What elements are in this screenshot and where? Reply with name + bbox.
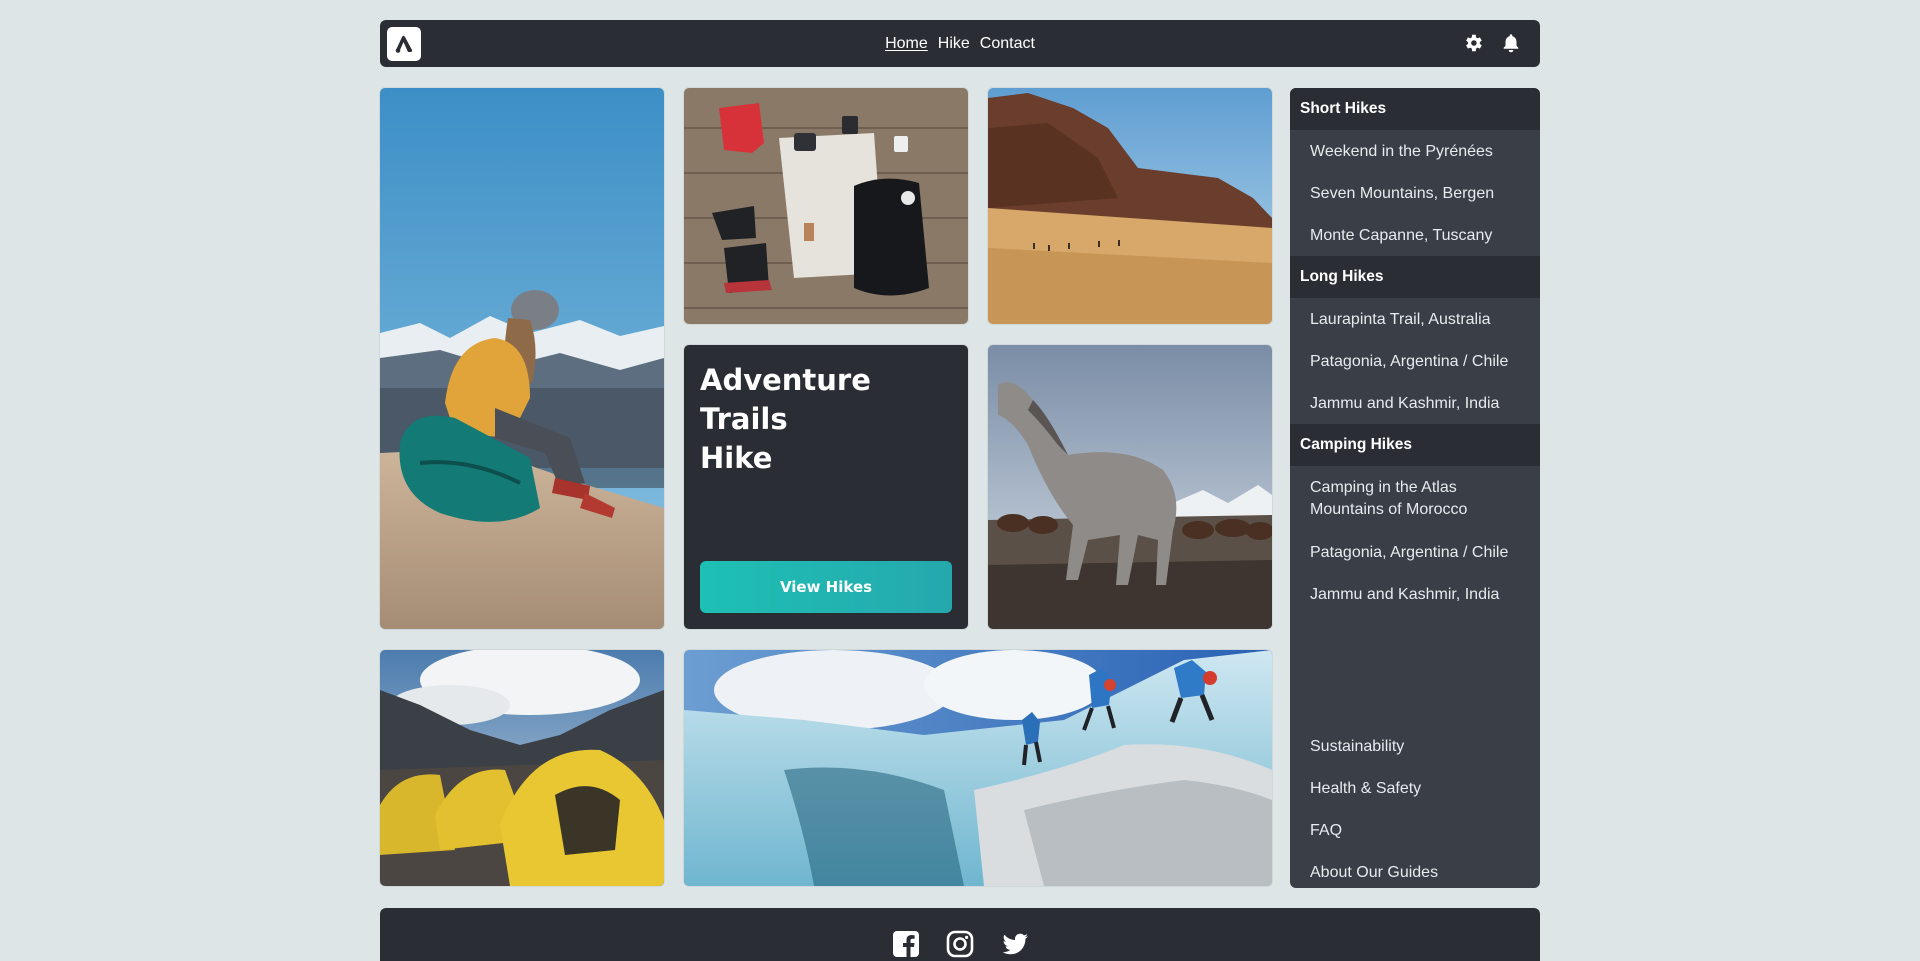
sidebar-item-link[interactable]: Patagonia, Argentina / Chile <box>1290 531 1540 573</box>
nav-link-hike[interactable]: Hike <box>938 35 970 53</box>
sidebar-section-long: Long Hikes Laurapinta Trail, Australia P… <box>1290 256 1540 424</box>
nav-link-contact[interactable]: Contact <box>980 35 1035 53</box>
hero-title-line: Adventure <box>700 363 871 397</box>
desert-canyon-image <box>988 88 1272 324</box>
sidebar-section-camping: Camping Hikes Camping in the Atlas Mount… <box>1290 424 1540 615</box>
header-actions <box>1462 32 1522 54</box>
yellow-tents-image <box>380 650 664 886</box>
sidebar-item-link[interactable]: Jammu and Kashmir, India <box>1290 382 1540 424</box>
wild-horses-image <box>988 345 1272 629</box>
sidebar-heading: Long Hikes <box>1290 256 1540 298</box>
logo-mark-icon <box>395 35 413 53</box>
view-hikes-button[interactable]: View Hikes <box>700 561 952 613</box>
sidebar-item-link[interactable]: Jammu and Kashmir, India <box>1290 573 1540 615</box>
nav-link-home[interactable]: Home <box>885 35 928 53</box>
hiking-gear-flatlay-image <box>684 88 968 324</box>
sidebar-item-link[interactable]: Patagonia, Argentina / Chile <box>1290 340 1540 382</box>
sidebar-item-link[interactable]: Seven Mountains, Bergen <box>1290 172 1540 214</box>
bell-icon[interactable] <box>1500 32 1522 54</box>
sidebar-footer-link[interactable]: About Our Guides <box>1290 851 1540 888</box>
page-footer <box>380 908 1540 961</box>
facebook-icon[interactable] <box>892 930 920 958</box>
gear-icon[interactable] <box>1462 32 1484 54</box>
sidebar-section-short: Short Hikes Weekend in the Pyrénées Seve… <box>1290 88 1540 256</box>
top-navbar: Home Hike Contact <box>380 20 1540 67</box>
social-links <box>892 930 1028 958</box>
hero-title-line: Hike <box>700 441 773 475</box>
sidebar-item-link[interactable]: Weekend in the Pyrénées <box>1290 130 1540 172</box>
instagram-icon[interactable] <box>946 930 974 958</box>
sidebar-footer-link[interactable]: Sustainability <box>1290 725 1540 767</box>
logo[interactable] <box>387 27 421 61</box>
glacier-climbers-image <box>684 650 1272 886</box>
sidebar-footer-links: Sustainability Health & Safety FAQ About… <box>1290 725 1540 888</box>
main-nav: Home Hike Contact <box>885 35 1035 53</box>
sidebar-item-link[interactable]: Monte Capanne, Tuscany <box>1290 214 1540 256</box>
sidebar-heading: Camping Hikes <box>1290 424 1540 466</box>
page-container: Home Hike Contact Adventure Trails Hike … <box>380 20 1540 961</box>
sidebar-item-link[interactable]: Camping in the Atlas Mountains of Morocc… <box>1290 466 1540 531</box>
sidebar-footer-link[interactable]: FAQ <box>1290 809 1540 851</box>
hikes-sidebar: Short Hikes Weekend in the Pyrénées Seve… <box>1290 88 1540 888</box>
hero-title-line: Trails <box>700 402 788 436</box>
sidebar-footer-link[interactable]: Health & Safety <box>1290 767 1540 809</box>
sidebar-item-link[interactable]: Laurapinta Trail, Australia <box>1290 298 1540 340</box>
twitter-icon[interactable] <box>1000 930 1028 958</box>
hiker-on-rock-image <box>380 88 664 629</box>
sidebar-heading: Short Hikes <box>1290 88 1540 130</box>
hero-title: Adventure Trails Hike <box>700 361 871 478</box>
hero-card: Adventure Trails Hike View Hikes <box>684 345 968 629</box>
